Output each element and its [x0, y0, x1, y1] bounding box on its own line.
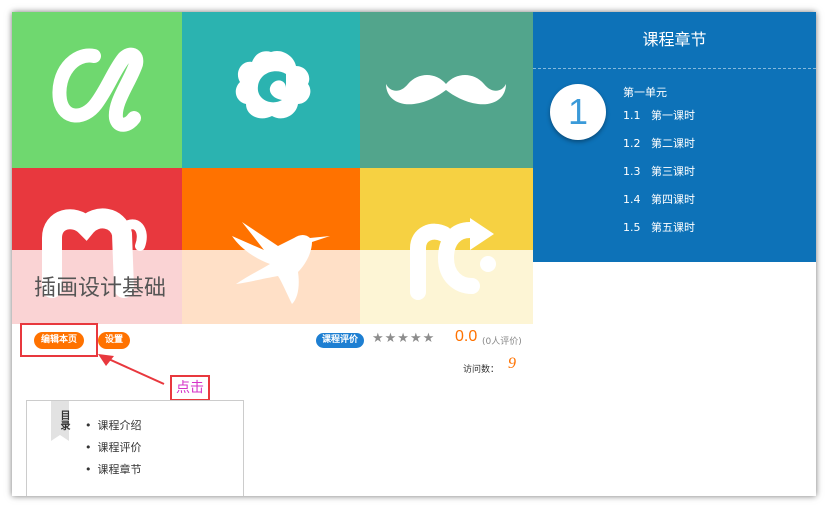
lesson-number: 1.3: [623, 165, 641, 178]
lesson-item[interactable]: 1.2 第二课时: [623, 136, 695, 164]
toc-item-review[interactable]: 课程评价: [85, 441, 142, 463]
lesson-number: 1.1: [623, 109, 641, 122]
chapter-panel-heading: 课程章节: [533, 12, 816, 69]
lesson-item[interactable]: 1.3 第三课时: [623, 164, 695, 192]
course-title: 插画设计基础: [34, 276, 167, 301]
mustache-logo-tile: [360, 12, 533, 168]
unit-title[interactable]: 第一单元: [623, 84, 667, 100]
lesson-item[interactable]: 1.1 第一课时: [623, 108, 695, 136]
bookmark-tail-icon: [51, 435, 69, 441]
lesson-title: 第二课时: [651, 137, 695, 150]
cloud-logo-tile: [182, 12, 360, 168]
click-hint-label: 点击: [170, 375, 210, 401]
course-page: 插画设计基础 课程章节 1 第一单元 1.1 第一课时 1.2 第二课时 1.3…: [12, 12, 816, 496]
lesson-list: 1.1 第一课时 1.2 第二课时 1.3 第三课时 1.4 第四课时 1.5 …: [623, 108, 695, 248]
rating-count: (0人评价): [482, 337, 522, 347]
toc-list: 课程介绍 课程评价 课程章节: [85, 419, 142, 485]
toc-item-chapters[interactable]: 课程章节: [85, 463, 142, 485]
cloud-swirl-logo-icon: [235, 50, 311, 119]
edit-page-button[interactable]: 编辑本页: [34, 332, 85, 349]
lesson-item[interactable]: 1.4 第四课时: [623, 192, 695, 220]
mustache-logo-icon: [386, 75, 506, 105]
course-review-button[interactable]: 课程评价: [316, 333, 365, 348]
visits-label: 访问数：: [463, 365, 500, 375]
lesson-title: 第四课时: [651, 193, 695, 206]
arrow-annotation-icon: [98, 354, 165, 385]
unit-number-badge: 1: [550, 84, 606, 140]
alpha-logo-tile: [12, 12, 182, 168]
toc-tab: 目录: [51, 401, 69, 435]
lesson-number: 1.2: [623, 137, 641, 150]
settings-button[interactable]: 设置: [98, 332, 131, 349]
rating-score: 0.0: [455, 328, 478, 345]
lesson-number: 1.5: [623, 221, 641, 234]
rating-stars[interactable]: ★★★★★: [372, 331, 435, 346]
lesson-item[interactable]: 1.5 第五课时: [623, 220, 695, 248]
table-of-contents: 目录 课程介绍 课程评价 课程章节: [26, 400, 244, 496]
toc-item-intro[interactable]: 课程介绍: [85, 419, 142, 441]
lesson-number: 1.4: [623, 193, 641, 206]
alpha-logo-icon: [52, 47, 144, 132]
lesson-title: 第五课时: [651, 221, 695, 234]
lesson-title: 第三课时: [651, 165, 695, 178]
visits-count: 9: [508, 355, 516, 372]
chapter-panel: 课程章节 1 第一单元 1.1 第一课时 1.2 第二课时 1.3 第三课时 1…: [533, 12, 816, 262]
lesson-title: 第一课时: [651, 109, 695, 122]
